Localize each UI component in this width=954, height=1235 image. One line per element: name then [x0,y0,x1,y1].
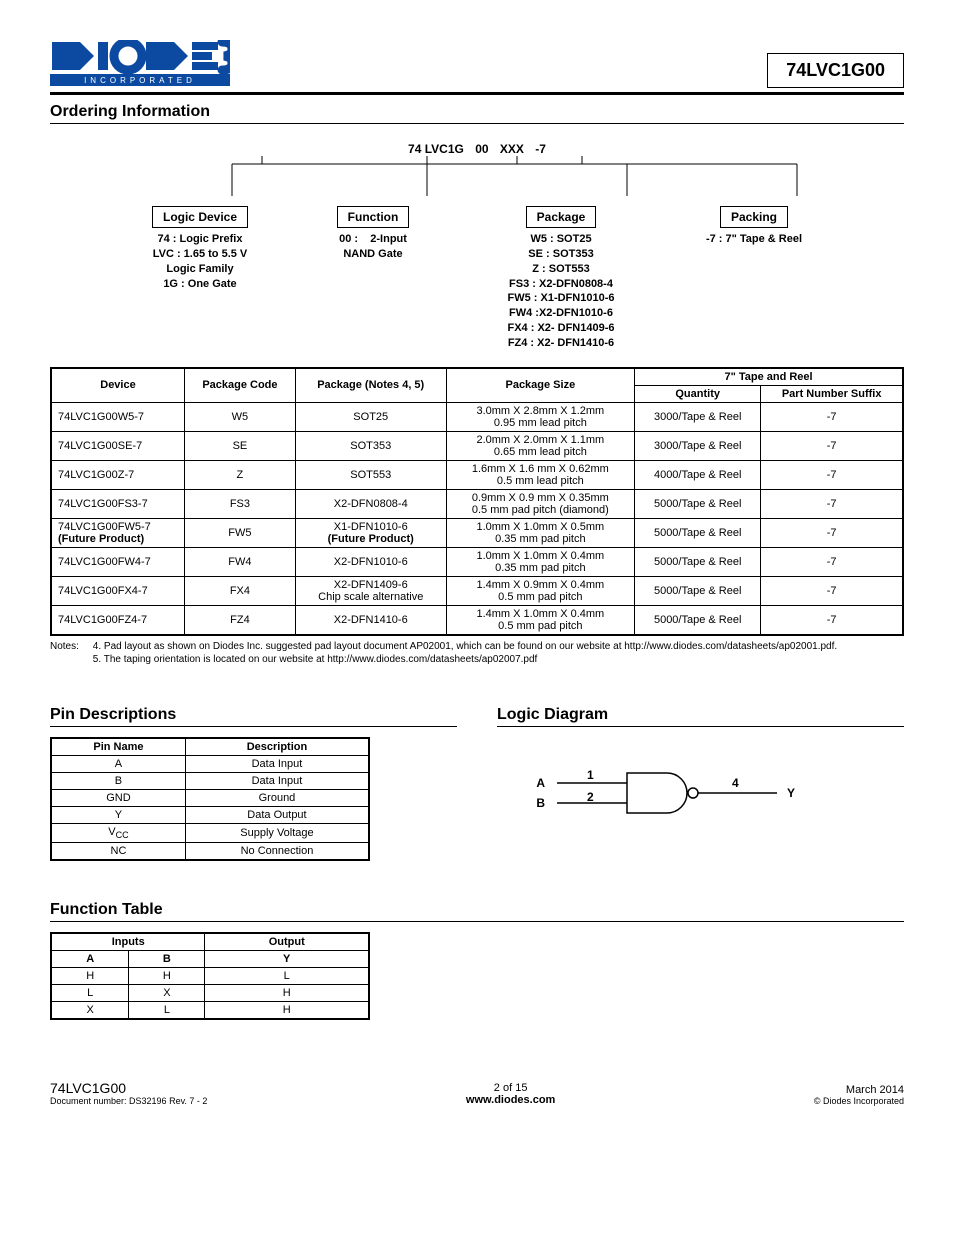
ordering-table: Device Package Code Package (Notes 4, 5)… [50,367,904,636]
footer-right: March 2014 © Diodes Incorporated [814,1084,904,1106]
svg-text:1: 1 [587,768,594,782]
page-footer: 74LVC1G00 Document number: DS32196 Rev. … [50,1080,904,1106]
table-row: 74LVC1G00FW4-7FW4X2-DFN1010-61.0mm X 1.0… [51,547,903,576]
pin-descriptions-block: Pin Descriptions Pin NameDescription ADa… [50,706,457,861]
section-rule [50,123,904,124]
svg-text:Y: Y [787,786,795,800]
footer-left: 74LVC1G00 Document number: DS32196 Rev. … [50,1080,207,1106]
company-logo: INCORPORATED [50,40,230,88]
table-row: 74LVC1G00Z-7ZSOT5531.6mm X 1.6 mm X 0.62… [51,460,903,489]
svg-text:B: B [536,796,545,810]
table-row: 74LVC1G00W5-7W5SOT253.0mm X 2.8mm X 1.2m… [51,402,903,431]
svg-text:A: A [536,776,545,790]
ord-col-packing: Packing -7 : 7" Tape & Reel [674,206,834,351]
section-title-pins: Pin Descriptions [50,706,457,724]
table-row: XLH [51,1001,369,1019]
table-row: HHL [51,967,369,984]
page-header: INCORPORATED 74LVC1G00 [50,40,904,88]
ord-col-logic-device: Logic Device 74 : Logic Prefix LVC : 1.6… [120,206,280,351]
table-row: AData Input [51,755,369,772]
nand-gate-diagram: A B Y 1 2 4 [497,755,817,835]
ordering-connector-diagram [97,156,857,202]
ordering-info-grid: Logic Device 74 : Logic Prefix LVC : 1.6… [50,206,904,351]
ord-col-package: Package W5 : SOT25 SE : SOT353 Z : SOT55… [466,206,656,351]
svg-text:4: 4 [732,776,739,790]
svg-text:2: 2 [587,790,594,804]
ordering-notes: Notes: 4. Pad layout as shown on Diodes … [50,640,904,666]
table-row: NCNo Connection [51,842,369,860]
svg-text:INCORPORATED: INCORPORATED [84,76,196,85]
section-title-func: Function Table [50,901,904,919]
table-row: BData Input [51,772,369,789]
ordering-code-line: 74 LVC1G 00 XXX -7 [50,142,904,156]
table-row: VCCSupply Voltage [51,823,369,842]
function-table-block: Function Table InputsOutput ABY HHLLXHXL… [50,901,904,1020]
section-title-logic: Logic Diagram [497,706,904,724]
function-table: InputsOutput ABY HHLLXHXLH [50,932,370,1020]
table-row: 74LVC1G00FX4-7FX4X2-DFN1409-6Chip scale … [51,576,903,605]
table-row: 74LVC1G00FZ4-7FZ4X2-DFN1410-61.4mm X 1.0… [51,605,903,635]
table-row: 74LVC1G00FS3-7FS3X2-DFN0808-40.9mm X 0.9… [51,489,903,518]
logic-diagram-block: Logic Diagram A B Y 1 2 4 [497,706,904,861]
ord-col-function: Function 00 : 2-Input NAND Gate [298,206,448,351]
header-rule [50,92,904,95]
part-number-box: 74LVC1G00 [767,53,904,88]
table-row: LXH [51,984,369,1001]
table-row: YData Output [51,806,369,823]
table-row: 74LVC1G00SE-7SESOT3532.0mm X 2.0mm X 1.1… [51,431,903,460]
section-title-ordering: Ordering Information [50,103,904,121]
table-row: GNDGround [51,789,369,806]
pin-descriptions-table: Pin NameDescription AData InputBData Inp… [50,737,370,861]
table-row: 74LVC1G00FW5-7(Future Product)FW5X1-DFN1… [51,518,903,547]
footer-center: 2 of 15 www.diodes.com [466,1082,555,1106]
